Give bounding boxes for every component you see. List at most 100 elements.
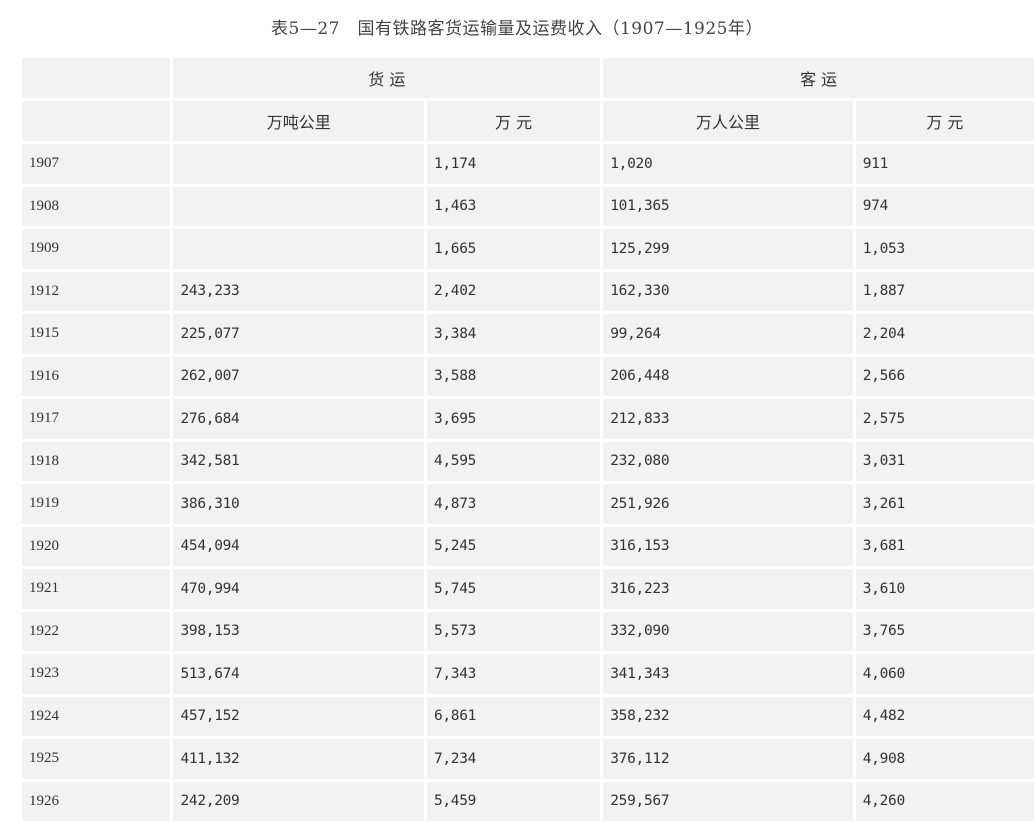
passenger-revenue-cell: 3,610 bbox=[855, 569, 1034, 609]
table-title: 表5—27 国有铁路客货运输量及运费收入（1907—1925年） bbox=[271, 19, 763, 39]
passenger-revenue-cell: 4,260 bbox=[855, 781, 1034, 821]
freight-revenue-cell: 3,588 bbox=[426, 356, 601, 396]
passenger-km-cell: 259,567 bbox=[603, 781, 853, 821]
passenger-km-cell: 376,112 bbox=[603, 739, 853, 779]
table-row: 1921 470,994 5,745 316,223 3,610 bbox=[22, 569, 1034, 609]
header-row-units: 万吨公里 万 元 万人公里 万 元 bbox=[22, 101, 1034, 141]
table-row: 1925 411,132 7,234 376,112 4,908 bbox=[22, 739, 1034, 779]
year-cell: 1917 bbox=[22, 399, 171, 439]
freight-ton-km-cell: 242,209 bbox=[173, 781, 424, 821]
year-cell: 1921 bbox=[22, 569, 171, 609]
passenger-km-cell: 232,080 bbox=[603, 441, 853, 481]
passenger-revenue-cell: 1,053 bbox=[855, 229, 1034, 269]
passenger-km-cell: 332,090 bbox=[603, 611, 853, 651]
passenger-km-cell: 206,448 bbox=[603, 356, 853, 396]
passenger-revenue-cell: 3,765 bbox=[855, 611, 1034, 651]
year-cell: 1916 bbox=[22, 356, 171, 396]
header-passenger: 客 运 bbox=[603, 58, 1034, 98]
freight-ton-km-cell: 411,132 bbox=[173, 739, 424, 779]
freight-revenue-cell: 1,174 bbox=[426, 144, 601, 184]
freight-ton-km-cell: 398,153 bbox=[173, 611, 424, 651]
table-row: 1916 262,007 3,588 206,448 2,566 bbox=[22, 356, 1034, 396]
year-cell: 1925 bbox=[22, 739, 171, 779]
passenger-km-cell: 358,232 bbox=[603, 696, 853, 736]
table-row: 1918 342,581 4,595 232,080 3,031 bbox=[22, 441, 1034, 481]
table-row: 1917 276,684 3,695 212,833 2,575 bbox=[22, 399, 1034, 439]
table-body: 1907 1,174 1,020 911 1908 1,463 101,365 974 1909… bbox=[22, 144, 1034, 821]
passenger-km-cell: 341,343 bbox=[603, 654, 853, 694]
freight-ton-km-cell: 276,684 bbox=[173, 399, 424, 439]
table-row: 1912 243,233 2,402 162,330 1,887 bbox=[22, 271, 1034, 311]
table-row: 1919 386,310 4,873 251,926 3,261 bbox=[22, 484, 1034, 524]
year-cell: 1924 bbox=[22, 696, 171, 736]
passenger-km-cell: 125,299 bbox=[603, 229, 853, 269]
freight-ton-km-cell: 457,152 bbox=[173, 696, 424, 736]
header-passenger-revenue-unit: 万 元 bbox=[855, 101, 1034, 141]
passenger-revenue-cell: 2,204 bbox=[855, 314, 1034, 354]
passenger-km-cell: 212,833 bbox=[603, 399, 853, 439]
passenger-revenue-cell: 4,908 bbox=[855, 739, 1034, 779]
freight-ton-km-cell: 342,581 bbox=[173, 441, 424, 481]
header-freight: 货 运 bbox=[173, 58, 601, 98]
table-row: 1907 1,174 1,020 911 bbox=[22, 144, 1034, 184]
passenger-revenue-cell: 2,575 bbox=[855, 399, 1034, 439]
freight-revenue-cell: 3,384 bbox=[426, 314, 601, 354]
freight-ton-km-cell bbox=[173, 186, 424, 226]
year-cell: 1920 bbox=[22, 526, 171, 566]
year-cell: 1912 bbox=[22, 271, 171, 311]
freight-revenue-cell: 5,745 bbox=[426, 569, 601, 609]
year-cell: 1918 bbox=[22, 441, 171, 481]
table-row: 1909 1,665 125,299 1,053 bbox=[22, 229, 1034, 269]
table-row: 1926 242,209 5,459 259,567 4,260 bbox=[22, 781, 1034, 821]
table-row: 1915 225,077 3,384 99,264 2,204 bbox=[22, 314, 1034, 354]
data-table: 货 运 客 运 万吨公里 万 元 万人公里 万 元 1907 1,174 1,020… bbox=[19, 55, 1034, 824]
table-row: 1924 457,152 6,861 358,232 4,482 bbox=[22, 696, 1034, 736]
passenger-revenue-cell: 3,261 bbox=[855, 484, 1034, 524]
year-cell: 1922 bbox=[22, 611, 171, 651]
passenger-revenue-cell: 3,031 bbox=[855, 441, 1034, 481]
header-freight-revenue-unit: 万 元 bbox=[426, 101, 601, 141]
freight-ton-km-cell: 454,094 bbox=[173, 526, 424, 566]
header-passenger-volume-unit: 万人公里 bbox=[603, 101, 853, 141]
table-row: 1920 454,094 5,245 316,153 3,681 bbox=[22, 526, 1034, 566]
freight-revenue-cell: 3,695 bbox=[426, 399, 601, 439]
passenger-km-cell: 1,020 bbox=[603, 144, 853, 184]
freight-ton-km-cell: 470,994 bbox=[173, 569, 424, 609]
year-cell: 1923 bbox=[22, 654, 171, 694]
freight-ton-km-cell bbox=[173, 144, 424, 184]
header-freight-volume-unit: 万吨公里 bbox=[173, 101, 424, 141]
passenger-km-cell: 101,365 bbox=[603, 186, 853, 226]
passenger-km-cell: 251,926 bbox=[603, 484, 853, 524]
passenger-revenue-cell: 4,482 bbox=[855, 696, 1034, 736]
freight-revenue-cell: 6,861 bbox=[426, 696, 601, 736]
freight-ton-km-cell: 243,233 bbox=[173, 271, 424, 311]
freight-ton-km-cell: 513,674 bbox=[173, 654, 424, 694]
year-cell: 1907 bbox=[22, 144, 171, 184]
table-row: 1923 513,674 7,343 341,343 4,060 bbox=[22, 654, 1034, 694]
passenger-revenue-cell: 1,887 bbox=[855, 271, 1034, 311]
table-row: 1922 398,153 5,573 332,090 3,765 bbox=[22, 611, 1034, 651]
freight-revenue-cell: 2,402 bbox=[426, 271, 601, 311]
passenger-km-cell: 316,153 bbox=[603, 526, 853, 566]
freight-ton-km-cell: 262,007 bbox=[173, 356, 424, 396]
freight-revenue-cell: 4,873 bbox=[426, 484, 601, 524]
header-corner-top bbox=[22, 58, 171, 98]
header-row-groups: 货 运 客 运 bbox=[22, 58, 1034, 98]
passenger-revenue-cell: 3,681 bbox=[855, 526, 1034, 566]
header-corner-bottom bbox=[22, 101, 171, 141]
passenger-km-cell: 162,330 bbox=[603, 271, 853, 311]
year-cell: 1915 bbox=[22, 314, 171, 354]
year-cell: 1926 bbox=[22, 781, 171, 821]
freight-revenue-cell: 5,459 bbox=[426, 781, 601, 821]
freight-revenue-cell: 7,234 bbox=[426, 739, 601, 779]
year-cell: 1908 bbox=[22, 186, 171, 226]
year-cell: 1909 bbox=[22, 229, 171, 269]
passenger-revenue-cell: 2,566 bbox=[855, 356, 1034, 396]
freight-ton-km-cell: 225,077 bbox=[173, 314, 424, 354]
passenger-revenue-cell: 911 bbox=[855, 144, 1034, 184]
freight-revenue-cell: 5,245 bbox=[426, 526, 601, 566]
passenger-revenue-cell: 4,060 bbox=[855, 654, 1034, 694]
freight-revenue-cell: 1,665 bbox=[426, 229, 601, 269]
year-cell: 1919 bbox=[22, 484, 171, 524]
freight-revenue-cell: 1,463 bbox=[426, 186, 601, 226]
